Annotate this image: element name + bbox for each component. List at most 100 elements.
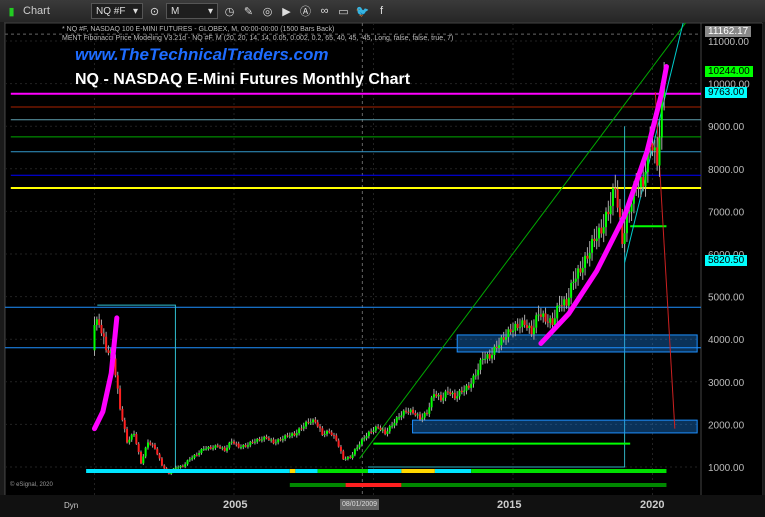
candle [602, 227, 605, 234]
candle [174, 467, 177, 469]
candle [281, 438, 284, 441]
candle [272, 439, 275, 444]
candle [146, 442, 149, 448]
candle [360, 439, 363, 445]
play-icon[interactable]: ▶ [279, 4, 294, 19]
candle [402, 410, 405, 416]
trend-bar-segment [434, 469, 472, 473]
candle [614, 188, 617, 190]
candle [142, 456, 145, 464]
candle [449, 392, 452, 395]
alert-icon[interactable]: Ⓐ [298, 4, 313, 19]
candle [498, 345, 501, 349]
candle [379, 427, 382, 430]
pencil-icon[interactable]: ✎ [241, 4, 256, 19]
candle [195, 454, 198, 456]
candle [623, 233, 626, 244]
chart-panel[interactable]: 1000.002000.003000.004000.005000.006000.… [4, 10, 764, 497]
candle [207, 446, 210, 449]
candle [521, 320, 524, 327]
candle [107, 350, 110, 353]
y-tick-label: 7000.00 [708, 207, 745, 218]
candle [507, 329, 510, 338]
candle [263, 436, 266, 440]
candle [516, 323, 519, 328]
x-tick-2015: 2015 [497, 499, 522, 511]
candle [446, 391, 449, 393]
candle [458, 390, 461, 397]
candle [472, 375, 475, 384]
candle [144, 447, 147, 457]
candle [291, 433, 294, 436]
candle [186, 460, 189, 465]
trend-bar-segment [86, 469, 290, 473]
candle [149, 442, 152, 445]
candle [188, 459, 191, 461]
candle [618, 207, 621, 218]
twitter-icon[interactable]: 🐦 [355, 4, 370, 19]
candle [577, 268, 580, 279]
y-tick-label: 4000.00 [708, 335, 745, 346]
candle [126, 428, 129, 443]
candle [653, 147, 656, 151]
link-icon[interactable]: ▮ [4, 4, 19, 19]
indicator-icon[interactable]: ◎ [260, 4, 275, 19]
candle [284, 435, 287, 439]
candle [598, 227, 601, 239]
candle [158, 454, 161, 459]
clock-icon[interactable]: ◷ [222, 4, 237, 19]
x-tick-2020: 2020 [640, 499, 665, 511]
chain-link-icon[interactable]: ∞ [317, 4, 332, 19]
candle [358, 444, 361, 448]
candle [409, 409, 412, 413]
candle [244, 445, 247, 447]
candle [305, 421, 308, 427]
candle [300, 428, 303, 430]
symbol-select[interactable]: NQ #F ▾ [91, 3, 143, 19]
candle [491, 355, 494, 359]
interval-select[interactable]: M ▾ [166, 3, 218, 19]
candle [258, 438, 261, 441]
candle [198, 452, 201, 456]
candle [579, 268, 582, 273]
candle [637, 187, 640, 189]
candle [239, 447, 242, 449]
candle [537, 314, 540, 316]
dyn-label: Dyn [64, 501, 79, 510]
candle [228, 442, 231, 448]
candle [339, 446, 342, 452]
candle [656, 147, 659, 166]
trend-bar-segment [401, 483, 667, 487]
candle [326, 430, 328, 435]
toolbar: ▮ Chart NQ #F ▾ ⊙ M ▾ ◷ ✎ ◎ ▶ Ⓐ ∞ ▭ 🐦 f [0, 0, 765, 22]
candle [328, 430, 331, 433]
trend-bar-segment [317, 469, 368, 473]
candle [332, 435, 335, 437]
chat-icon[interactable]: ▭ [336, 4, 351, 19]
trend-bar-segment [367, 469, 402, 473]
candle [465, 385, 468, 391]
candle [609, 205, 612, 215]
candle [481, 358, 484, 360]
facebook-icon[interactable]: f [374, 4, 389, 19]
candle [395, 417, 398, 423]
candle [242, 445, 245, 448]
candle [391, 425, 394, 427]
candle [453, 392, 456, 399]
low-price-label: 5820.50 [705, 255, 748, 266]
x-tick-2005: 2005 [223, 499, 248, 511]
candle [593, 238, 596, 242]
symbol-settings-icon[interactable]: ⊙ [147, 4, 162, 19]
candle [249, 441, 252, 446]
candle [595, 238, 598, 242]
price-chart[interactable]: 1000.002000.003000.004000.005000.006000.… [4, 10, 764, 497]
candle [135, 434, 138, 444]
candle [428, 407, 431, 414]
candle [423, 412, 426, 418]
candle [293, 433, 296, 436]
candle [412, 409, 415, 414]
candle [193, 454, 196, 458]
candle [202, 448, 205, 450]
candle [116, 375, 119, 389]
candle [398, 417, 401, 419]
